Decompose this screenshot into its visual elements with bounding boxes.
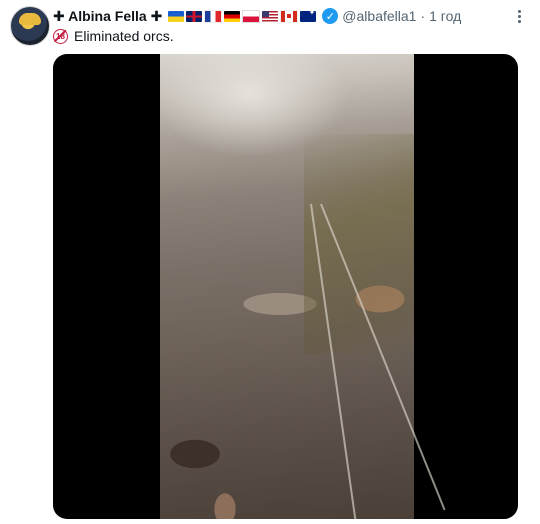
tweet-text: Eliminated orcs. — [74, 28, 174, 44]
australia-flag-icon — [300, 8, 317, 22]
tweet-header: ✚ Albina Fella ✚ ✓ @albafella1 · 1 год — [53, 7, 461, 25]
canada-flag-icon — [280, 9, 299, 23]
germany-flag-icon — [224, 10, 241, 22]
video-click-area[interactable] — [53, 54, 518, 519]
verified-badge-icon: ✓ — [322, 8, 339, 24]
avatar-hair — [19, 13, 41, 25]
poland-flag-icon — [242, 9, 261, 23]
tweet-timestamp[interactable]: 1 год — [429, 8, 461, 24]
age-restriction-icon: 18 — [53, 28, 68, 44]
tweet: ✚ Albina Fella ✚ ✓ @albafella1 · 1 год 1… — [0, 0, 540, 524]
uk-flag-icon — [186, 10, 203, 22]
author-handle[interactable]: @albafella1 — [342, 8, 416, 24]
ukraine-flag-icon — [168, 10, 185, 22]
flag-emoji-list — [168, 8, 317, 23]
usa-flag-icon — [262, 10, 279, 22]
video-player[interactable] — [53, 54, 518, 519]
more-options-icon[interactable] — [509, 8, 529, 24]
tweet-text-line: 18 Eliminated orcs. — [53, 27, 174, 45]
france-flag-icon — [204, 9, 223, 23]
separator-dot: · — [420, 8, 426, 24]
avatar[interactable] — [10, 6, 50, 46]
author-name[interactable]: ✚ Albina Fella ✚ — [53, 8, 162, 25]
